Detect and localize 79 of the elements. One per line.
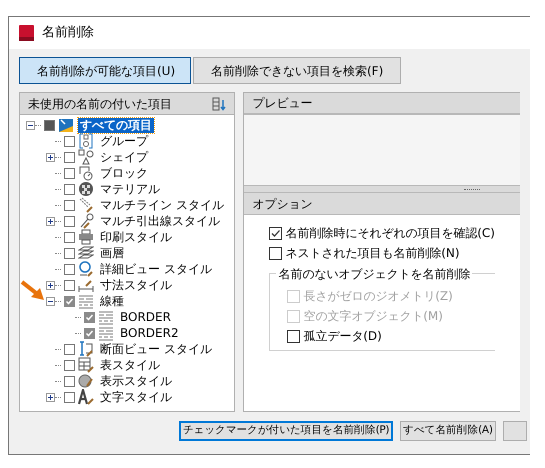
printer-icon [78,229,94,245]
tree-item[interactable]: 文字スタイル [98,390,174,404]
expand-icon[interactable] [46,216,55,226]
tree-item[interactable]: 断面ビュー スタイル [98,342,214,356]
checkbox[interactable] [84,312,95,322]
checkbox[interactable] [64,200,75,210]
tree-item[interactable]: BORDER [118,310,173,324]
checkbox-label: 名前削除時にそれぞれの項目を確認(C) [285,225,495,242]
checkbox[interactable] [84,328,95,338]
linetype-icon [98,325,114,341]
checkbox[interactable] [64,376,75,386]
table-icon [78,357,94,373]
sphere-icon [78,373,94,389]
checkbox[interactable] [64,136,75,146]
checkbox-label: 孤立データ(D) [303,328,382,345]
panel-header: 未使用の名前の付いた項目 [28,96,172,112]
tree-item[interactable]: すべての項目 [78,118,154,132]
window-title: 名前削除 [42,24,94,42]
sort-icon[interactable] [212,96,226,110]
tree-item[interactable]: グループ [98,134,150,148]
checkbox[interactable] [64,248,75,258]
checkbox[interactable] [287,330,300,342]
folder-icon [58,117,74,133]
checkbox[interactable] [64,360,75,370]
checkbox-label: 空の文字オブジェクト(M) [303,308,443,325]
tree-item[interactable]: 画層 [98,246,126,260]
tree-item[interactable]: マルチ引出線スタイル [98,214,222,228]
expand-icon[interactable] [46,152,55,162]
multiline-icon [78,197,94,213]
app-icon [19,25,34,41]
block-icon [78,165,94,181]
text-style-icon [78,389,94,405]
tree-item[interactable]: ブロック [98,166,150,180]
tree-item[interactable]: マテリアル [98,182,162,196]
tree-item[interactable]: 詳細ビュー スタイル [98,262,214,276]
tab[interactable]: 名前削除できない項目を検索(F) [193,57,402,84]
linetype-icon [98,309,114,325]
collapse-icon[interactable] [26,120,35,130]
section-icon [78,341,94,357]
magnifier-icon [78,261,94,277]
leader-icon [78,213,94,229]
group-label: 名前のないオブジェクトを名前削除 [276,265,472,283]
checkbox[interactable] [64,296,75,306]
checkbox[interactable] [64,184,75,194]
checkbox[interactable] [64,168,75,178]
checkbox[interactable] [64,280,75,290]
panel-header: プレビュー [252,95,312,112]
expand-icon[interactable] [46,392,55,402]
checkbox[interactable] [269,246,282,260]
checkbox[interactable] [64,344,75,354]
group-icon [78,133,94,149]
tree-item[interactable]: シェイプ [98,150,150,164]
tree-item[interactable]: 表スタイル [98,358,162,372]
checkbox[interactable] [64,392,75,402]
tree-item[interactable]: マルチライン スタイル [98,198,226,212]
tree-item[interactable]: BORDER2 [118,326,181,340]
tree-item[interactable]: 線種 [98,294,126,308]
tri-state-checkbox[interactable] [44,120,55,130]
collapse-icon[interactable] [46,296,55,306]
dialog-button[interactable]: チェックマークが付いた項目を名前削除(P) [179,421,394,441]
tree-item[interactable]: 印刷スタイル [98,230,174,244]
dialog-button[interactable]: すべて名前削除(A) [400,421,496,441]
checkbox[interactable] [64,264,75,274]
checkbox-label: 長さがゼロのジオメトリ(Z) [303,288,453,305]
checkbox[interactable] [269,226,282,240]
checkbox[interactable] [64,216,75,226]
tree-item[interactable]: 寸法スタイル [98,278,174,292]
panel-header: オプション [252,196,312,212]
checkbox[interactable] [64,232,75,242]
arrow-icon [20,280,46,302]
layers-icon [78,245,94,261]
checkbox[interactable] [64,152,75,162]
material-icon [78,181,94,197]
linetype-icon [78,293,94,309]
tab[interactable]: 名前削除が可能な項目(U) [19,57,191,84]
checkbox-label: ネストされた項目も名前削除(N) [285,245,460,262]
expand-icon[interactable] [46,280,55,290]
tree-item[interactable]: 表示スタイル [98,374,174,388]
shapes-icon [78,149,94,165]
